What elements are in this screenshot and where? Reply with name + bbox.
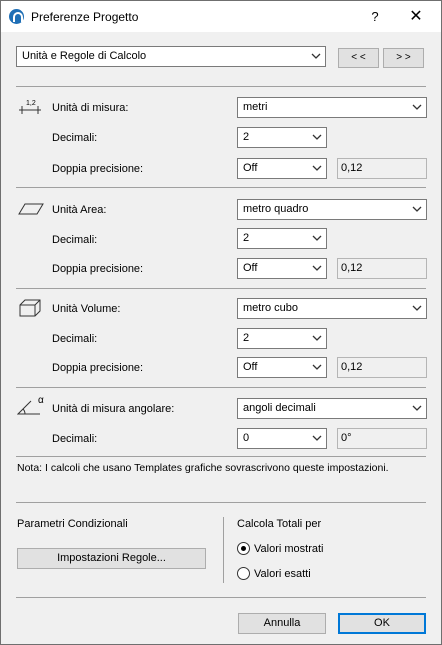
shown-values-radio[interactable]: [237, 542, 250, 555]
length-preview-field: 0,12: [337, 158, 427, 179]
length-double-precision-dropdown[interactable]: Off: [237, 158, 327, 179]
area-preview-value: 0,12: [341, 262, 363, 274]
chevron-down-icon: [312, 235, 322, 241]
chevron-down-icon: [312, 165, 322, 171]
angle-preview-value: 0°: [341, 432, 352, 444]
area-double-precision-value: Off: [243, 262, 258, 274]
area-units-value: metro quadro: [243, 203, 309, 215]
volume-units-value: metro cubo: [243, 302, 299, 314]
area-preview-field: 0,12: [337, 258, 427, 279]
area-decimals-value: 2: [243, 232, 250, 244]
totals-title: Calcola Totali per: [237, 518, 322, 530]
conditional-parameters-title: Parametri Condizionali: [17, 518, 128, 530]
cancel-button[interactable]: Annulla: [238, 613, 326, 634]
volume-units-label: Unità Volume:: [52, 303, 121, 315]
rules-settings-button[interactable]: Impostazioni Regole...: [17, 548, 206, 569]
chevron-down-icon: [412, 405, 422, 411]
chevron-down-icon: [412, 305, 422, 311]
volume-decimals-value: 2: [243, 332, 250, 344]
volume-preview-field: 0,12: [337, 357, 427, 378]
length-units-icon: 1,2: [18, 100, 42, 114]
length-double-precision-label: Doppia precisione:: [52, 163, 144, 175]
divider: [16, 456, 426, 457]
area-double-precision-label: Doppia precisione:: [52, 263, 144, 275]
shown-values-label[interactable]: Valori mostrati: [254, 543, 323, 555]
chevron-down-icon: [412, 206, 422, 212]
volume-double-precision-dropdown[interactable]: Off: [237, 357, 327, 378]
title-bar: Preferenze Progetto ? ✕: [1, 1, 441, 32]
volume-double-precision-label: Doppia precisione:: [52, 362, 144, 374]
chevron-down-icon: [412, 104, 422, 110]
templates-note: Nota: I calcoli che usano Templates graf…: [17, 462, 389, 474]
angle-decimals-label: Decimali:: [52, 433, 98, 445]
divider: [16, 86, 426, 87]
length-preview-value: 0,12: [341, 162, 363, 174]
preferences-dialog: Preferenze Progetto ? ✕ Unità e Regole d…: [0, 0, 442, 645]
length-double-precision-value: Off: [243, 162, 258, 174]
dimension-line-icon: [19, 106, 41, 114]
angle-units-dropdown[interactable]: angoli decimali: [237, 398, 427, 419]
volume-icon: [19, 299, 41, 317]
divider: [16, 597, 426, 598]
area-double-precision-dropdown[interactable]: Off: [237, 258, 327, 279]
area-icon: [18, 203, 44, 215]
volume-units-dropdown[interactable]: metro cubo: [237, 298, 427, 319]
help-button[interactable]: ?: [360, 6, 390, 28]
length-units-value: metri: [243, 101, 268, 113]
length-decimals-value: 2: [243, 131, 250, 143]
previous-page-button[interactable]: < <: [338, 48, 379, 68]
angle-decimals-value: 0: [243, 432, 250, 444]
angle-units-value: angoli decimali: [243, 402, 316, 414]
length-decimals-dropdown[interactable]: 2: [237, 127, 327, 148]
vertical-divider: [223, 517, 224, 583]
length-units-dropdown[interactable]: metri: [237, 97, 427, 118]
volume-preview-value: 0,12: [341, 361, 363, 373]
area-decimals-label: Decimali:: [52, 234, 98, 246]
area-decimals-dropdown[interactable]: 2: [237, 228, 327, 249]
area-units-dropdown[interactable]: metro quadro: [237, 199, 427, 220]
angle-units-label: Unità di misura angolare:: [52, 403, 175, 415]
chevron-down-icon: [312, 265, 322, 271]
chevron-down-icon: [312, 335, 322, 341]
chevron-down-icon: [311, 53, 321, 59]
ok-button[interactable]: OK: [338, 613, 426, 634]
page-selector-value: Unità e Regole di Calcolo: [22, 50, 147, 62]
divider: [16, 187, 426, 188]
chevron-down-icon: [312, 364, 322, 370]
length-units-label: Unità di misura:: [52, 102, 129, 114]
angle-decimals-dropdown[interactable]: 0: [237, 428, 327, 449]
area-units-label: Unità Area:: [52, 204, 107, 216]
next-page-button[interactable]: > >: [383, 48, 424, 68]
divider: [16, 502, 426, 503]
volume-decimals-label: Decimali:: [52, 333, 98, 345]
divider: [16, 288, 426, 289]
volume-double-precision-value: Off: [243, 361, 258, 373]
chevron-down-icon: [312, 134, 322, 140]
divider: [16, 387, 426, 388]
angle-units-icon: α: [17, 395, 47, 415]
archicad-app-icon: [9, 9, 24, 24]
length-decimals-label: Decimali:: [52, 132, 98, 144]
angle-preview-field: 0°: [337, 428, 427, 449]
page-selector-dropdown[interactable]: Unità e Regole di Calcolo: [16, 46, 326, 67]
exact-values-radio[interactable]: [237, 567, 250, 580]
chevron-down-icon: [312, 435, 322, 441]
volume-decimals-dropdown[interactable]: 2: [237, 328, 327, 349]
close-button[interactable]: ✕: [398, 6, 434, 28]
exact-values-label[interactable]: Valori esatti: [254, 568, 311, 580]
angle-icon-label: α: [38, 395, 44, 406]
window-title: Preferenze Progetto: [31, 10, 139, 24]
